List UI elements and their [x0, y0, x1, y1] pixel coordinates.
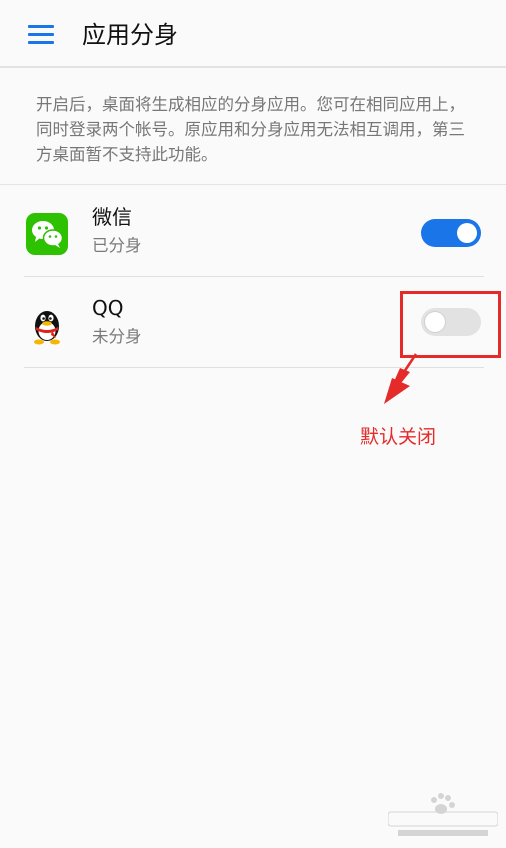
app-status: 已分身 — [92, 236, 142, 255]
wechat-icon — [26, 213, 68, 255]
app-header: 应用分身 — [0, 0, 506, 68]
app-name: 微信 — [92, 205, 132, 229]
feature-description: 开启后，桌面将生成相应的分身应用。您可在相同应用上，同时登录两个帐号。原应用和分… — [36, 95, 465, 164]
highlight-box — [400, 291, 501, 358]
app-row-wechat[interactable]: 微信 已分身 — [0, 187, 506, 277]
toggle-knob — [457, 223, 477, 243]
divider — [0, 184, 506, 185]
qq-icon — [26, 304, 68, 346]
app-name: QQ — [92, 296, 124, 320]
menu-icon[interactable] — [28, 25, 54, 45]
page-title: 应用分身 — [82, 21, 178, 49]
watermark-logo — [387, 790, 499, 840]
annotation-text: 默认关闭 — [360, 426, 437, 448]
wechat-clone-toggle[interactable] — [421, 219, 481, 247]
app-status: 未分身 — [92, 327, 142, 346]
divider — [24, 276, 484, 277]
arrow-icon — [370, 350, 420, 420]
